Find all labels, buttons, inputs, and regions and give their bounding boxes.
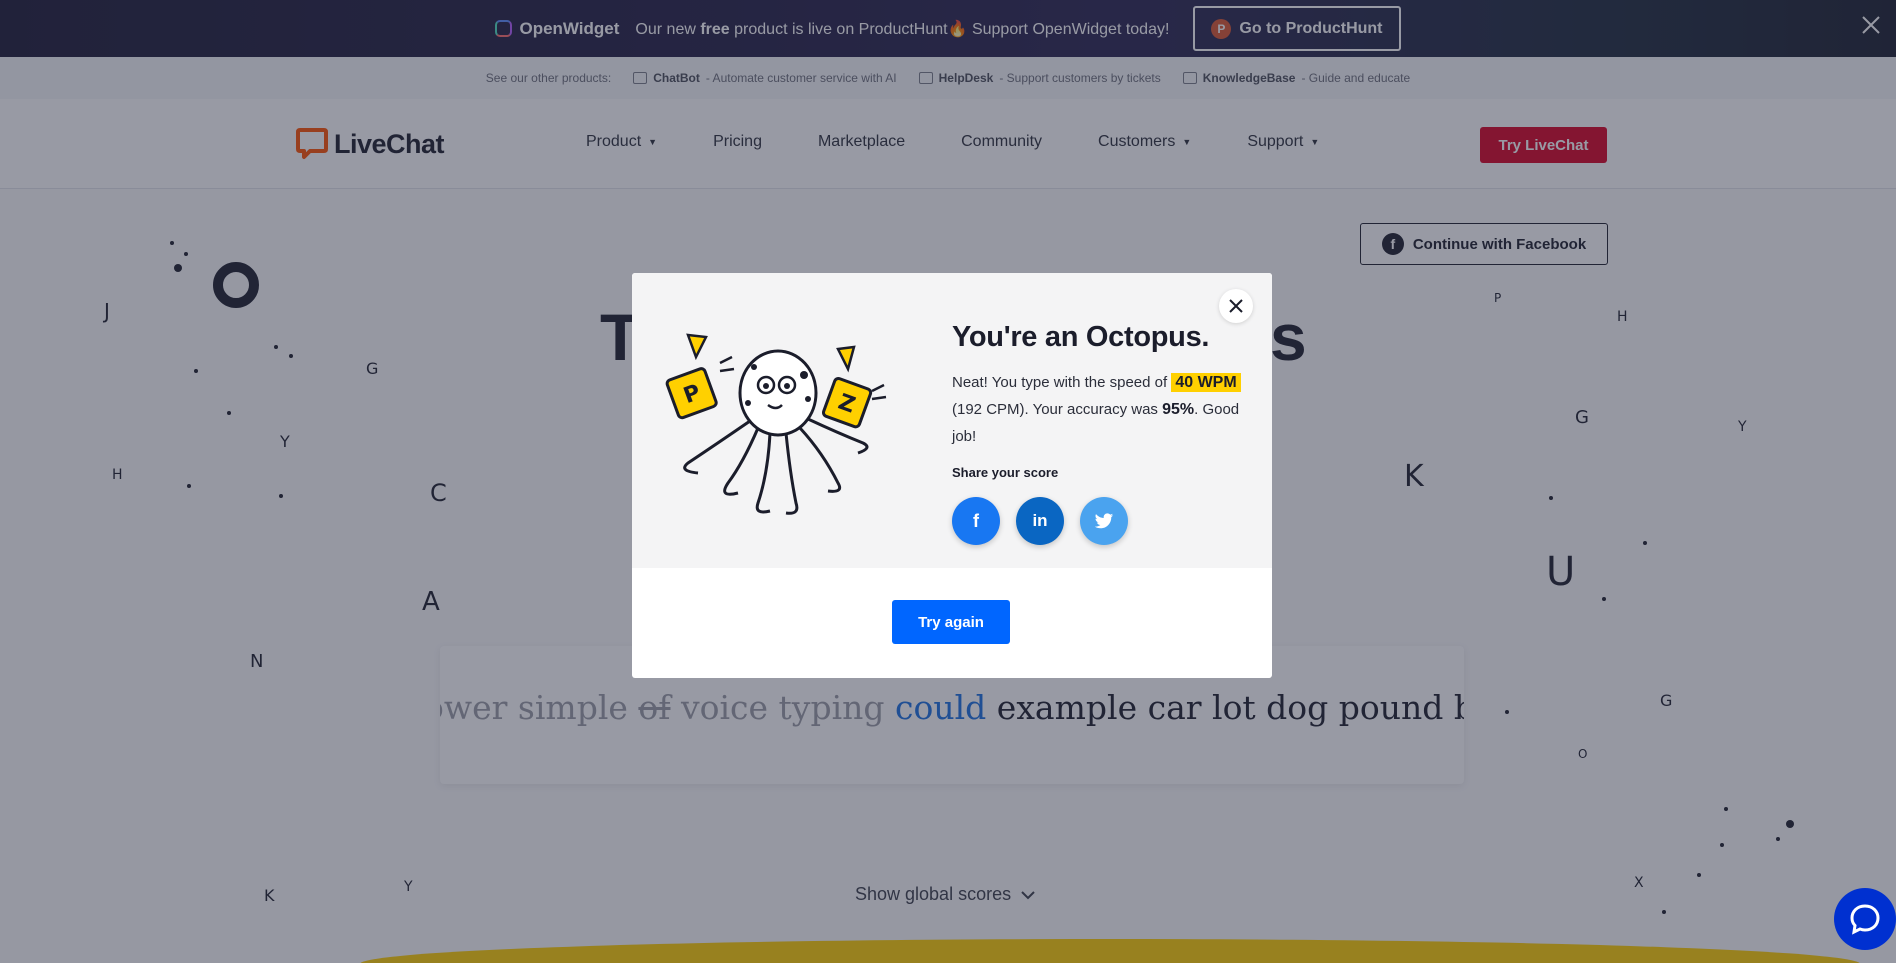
close-modal-button[interactable] — [1219, 289, 1253, 323]
linkedin-icon: in — [1032, 511, 1048, 530]
share-facebook-button[interactable]: f — [952, 497, 1000, 545]
result-text-1: Neat! You type with the speed of — [952, 374, 1172, 391]
wpm-badge: 40 WPM — [1171, 373, 1241, 392]
share-buttons: f in — [952, 497, 1128, 545]
try-again-button[interactable]: Try again — [892, 600, 1010, 644]
accuracy-value: 95% — [1162, 401, 1195, 418]
close-icon — [1229, 299, 1243, 313]
result-summary: Neat! You type with the speed of 40 WPM … — [952, 369, 1242, 450]
share-twitter-button[interactable] — [1080, 497, 1128, 545]
facebook-icon: f — [973, 510, 979, 531]
chat-widget-button[interactable] — [1834, 888, 1896, 950]
share-score-label: Share your score — [952, 465, 1059, 480]
result-text-2: (192 CPM). Your accuracy was — [952, 401, 1163, 418]
result-title: You're an Octopus. — [952, 321, 1210, 353]
twitter-icon — [1094, 512, 1114, 528]
share-linkedin-button[interactable]: in — [1016, 497, 1064, 545]
result-modal: P Z You're an Octopus. Neat! You type wi… — [632, 273, 1272, 678]
chat-icon — [1850, 904, 1880, 935]
octopus-illustration: P Z — [665, 333, 887, 515]
